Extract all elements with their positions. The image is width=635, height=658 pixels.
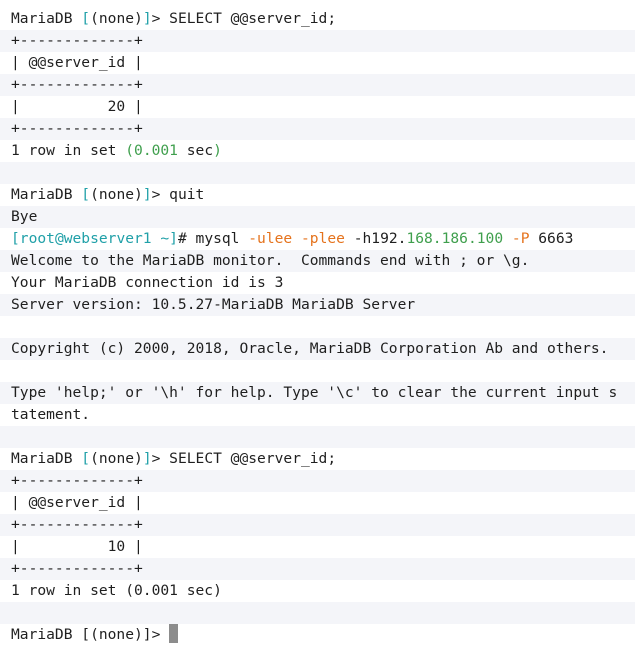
terminal-text-segment: ] — [169, 230, 178, 247]
terminal-text-segment: ) — [213, 142, 222, 159]
terminal-text-segment: | @@server_id | — [11, 494, 143, 511]
terminal-line: MariaDB [(none)]> — [0, 624, 635, 646]
terminal-text-segment: -plee — [301, 230, 345, 247]
terminal-text-segment: Bye — [11, 208, 38, 225]
terminal-text-segment: (none) — [90, 10, 143, 27]
terminal-text-segment: Welcome to the MariaDB monitor. Commands… — [11, 252, 530, 269]
terminal-text-segment: tatement. — [11, 406, 91, 423]
terminal-text-segment: -ulee — [248, 230, 293, 247]
terminal-line — [0, 316, 635, 338]
terminal-text-segment: -h192. — [344, 230, 407, 247]
terminal-text-segment: ] — [142, 450, 152, 467]
text-cursor[interactable] — [169, 624, 179, 643]
terminal-text-segment: [ — [81, 450, 91, 467]
terminal-text-segment: -P — [511, 230, 530, 247]
terminal-text-segment: MariaDB — [11, 450, 82, 467]
terminal-line: 1 row in set (0.001 sec) — [0, 580, 635, 602]
terminal-text-segment: ] — [142, 10, 152, 27]
terminal-line — [0, 602, 635, 624]
terminal-line: | 10 | — [0, 536, 635, 558]
terminal-output[interactable]: MariaDB [(none)]> SELECT @@server_id; +--… — [0, 8, 635, 646]
terminal-line: 1 row in set (0.001 sec) — [0, 140, 635, 162]
terminal-text-segment: > quit — [151, 186, 205, 203]
terminal-line: +-------------+ — [0, 470, 635, 492]
terminal-text-segment: > SELECT @@server_id; — [151, 450, 337, 467]
terminal-text-segment: | 10 | — [11, 538, 143, 555]
terminal-text-segment: 6663 — [529, 230, 574, 247]
terminal-line: MariaDB [(none)]> SELECT @@server_id; — [0, 8, 635, 30]
terminal-line: Type 'help;' or '\h' for help. Type '\c'… — [0, 382, 635, 404]
terminal-text-segment: ( — [125, 142, 135, 159]
terminal-text-segment: +-------------+ — [11, 516, 143, 533]
terminal-line: [root@webserver1 ~]# mysql -ulee -plee -… — [0, 228, 635, 250]
terminal-text-segment: +-------------+ — [11, 76, 143, 93]
terminal-line: MariaDB [(none)]> SELECT @@server_id; — [0, 448, 635, 470]
terminal-text-segment: sec — [177, 142, 214, 159]
terminal-text-segment: MariaDB [(none)]> — [11, 626, 170, 643]
terminal-line: +-------------+ — [0, 514, 635, 536]
terminal-text-segment: Server version: 10.5.27-MariaDB MariaDB … — [11, 296, 416, 313]
terminal-text-segment: Type 'help;' or '\h' for help. Type '\c'… — [11, 384, 618, 401]
terminal-text-segment: MariaDB — [11, 10, 82, 27]
terminal-line: Copyright (c) 2000, 2018, Oracle, MariaD… — [0, 338, 635, 360]
terminal-line: | @@server_id | — [0, 52, 635, 74]
terminal-line: Welcome to the MariaDB monitor. Commands… — [0, 250, 635, 272]
terminal-line — [0, 426, 635, 448]
terminal-text-segment: (none) — [90, 450, 143, 467]
terminal-line: +-------------+ — [0, 30, 635, 52]
terminal-text-segment: (none) — [90, 186, 143, 203]
terminal-text-segment: MariaDB — [11, 186, 82, 203]
terminal-text-segment: 1 row in set (0.001 sec) — [11, 582, 222, 599]
terminal-line: +-------------+ — [0, 558, 635, 580]
terminal-text-segment: > SELECT @@server_id; — [151, 10, 337, 27]
terminal-line: MariaDB [(none)]> quit — [0, 184, 635, 206]
terminal-line: | 20 | — [0, 96, 635, 118]
terminal-text-segment: 168.186.100 — [406, 230, 504, 247]
terminal-text-segment: | @@server_id | — [11, 54, 143, 71]
terminal-text-segment: [ — [81, 186, 91, 203]
terminal-text-segment: +-------------+ — [11, 32, 143, 49]
terminal-text-segment: Your MariaDB connection id is 3 — [11, 274, 284, 291]
terminal-text-segment: root@webserver1 ~ — [19, 230, 170, 247]
terminal-line — [0, 162, 635, 184]
terminal-line: | @@server_id | — [0, 492, 635, 514]
terminal-line: Bye — [0, 206, 635, 228]
terminal-line: Server version: 10.5.27-MariaDB MariaDB … — [0, 294, 635, 316]
terminal-text-segment: | 20 | — [11, 98, 143, 115]
terminal-text-segment: 1 row in set — [11, 142, 126, 159]
terminal-text-segment: 0.001 — [134, 142, 178, 159]
terminal-line: tatement. — [0, 404, 635, 426]
terminal-line: +-------------+ — [0, 74, 635, 96]
terminal-text-segment: # mysql — [177, 230, 249, 247]
terminal-text-segment: [ — [81, 10, 91, 27]
terminal-line: Your MariaDB connection id is 3 — [0, 272, 635, 294]
terminal-text-segment: Copyright (c) 2000, 2018, Oracle, MariaD… — [11, 340, 609, 357]
terminal-text-segment: +-------------+ — [11, 560, 143, 577]
terminal-line: +-------------+ — [0, 118, 635, 140]
terminal-text-segment: [ — [11, 230, 20, 247]
terminal-text-segment: ] — [142, 186, 152, 203]
terminal-text-segment: +-------------+ — [11, 120, 143, 137]
terminal-line — [0, 360, 635, 382]
terminal-text-segment: +-------------+ — [11, 472, 143, 489]
